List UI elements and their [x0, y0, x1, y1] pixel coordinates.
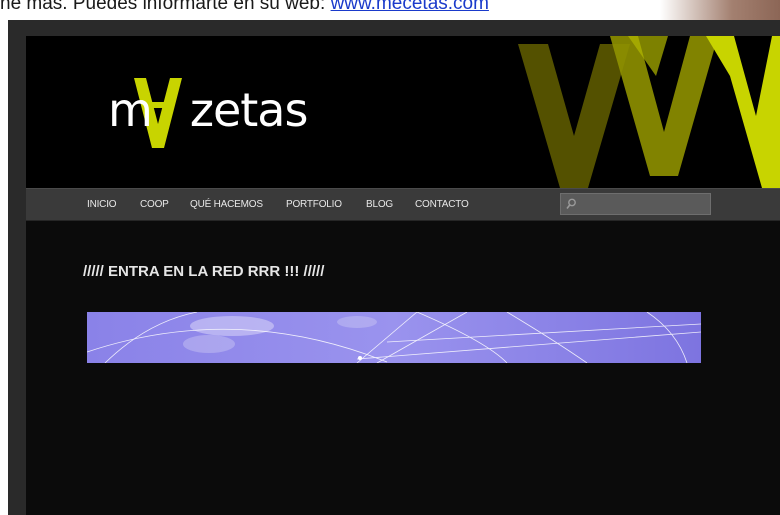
nav-portfolio[interactable]: PORTFOLIO — [286, 189, 342, 220]
nav-que-hacemos[interactable]: QUÉ HACEMOS — [190, 189, 263, 220]
surrounding-page-text-line: ne más. Puedes informarte en su web: www… — [0, 0, 780, 20]
main-navigation: INICIO COOP QUÉ HACEMOS PORTFOLIO BLOG C… — [26, 188, 780, 221]
search-icon — [566, 198, 576, 209]
site-header: m zetas — [26, 36, 780, 188]
website: m zetas INICIO COOP QUÉ HACEMOS PORTFOLIO… — [26, 36, 780, 515]
search-input[interactable] — [579, 195, 711, 215]
nav-blog[interactable]: BLOG — [366, 189, 393, 220]
logo-text-m: m — [108, 83, 153, 137]
search-field[interactable] — [560, 193, 711, 215]
header-triangle-art — [518, 36, 780, 188]
nav-contacto[interactable]: CONTACTO — [415, 189, 469, 220]
post-title[interactable]: ///// ENTRA EN LA RED RRR !!! ///// — [83, 263, 324, 280]
intro-text: ne más. Puedes informarte en su web: — [0, 0, 331, 14]
photo-edge — [660, 0, 780, 20]
logo-text-zetas: zetas — [189, 83, 309, 137]
nav-inicio[interactable]: INICIO — [87, 189, 117, 220]
network-sky-image — [87, 312, 701, 363]
website-link[interactable]: www.mecetas.com — [331, 0, 489, 14]
site-logo[interactable]: m zetas — [108, 70, 328, 150]
post-banner-image[interactable] — [87, 312, 701, 363]
screenshot-frame: m zetas INICIO COOP QUÉ HACEMOS PORTFOLIO… — [8, 20, 780, 515]
nav-coop[interactable]: COOP — [140, 189, 169, 220]
